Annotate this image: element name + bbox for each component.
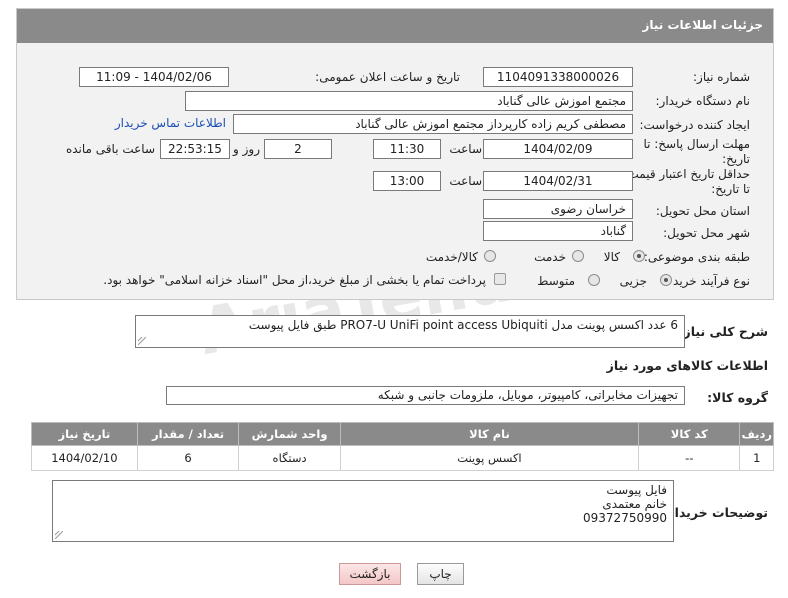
cell-code: -- (638, 445, 741, 471)
description-label: شرح کلی نیاز: (678, 324, 768, 339)
deadline-time-field[interactable]: 11:30 (373, 139, 441, 159)
buyer-notes-textarea[interactable]: فایل پیوست خانم معتمدی 09372750990 (52, 480, 674, 542)
process-radio-minor[interactable] (660, 274, 672, 286)
cell-quantity: 6 (136, 445, 240, 471)
category-option-goods: کالا (603, 250, 620, 264)
col-code-header: کد کالا (638, 422, 741, 446)
treasury-note: پرداخت تمام یا بخشی از مبلغ خرید،از محل … (103, 273, 486, 287)
validity-time-label: ساعت (449, 174, 482, 188)
back-button[interactable]: بازگشت (339, 563, 401, 585)
requester-field[interactable]: مصطفی کریم زاده کارپرداز مجتمع اموزش عال… (233, 114, 633, 134)
cell-row-number: 1 (739, 445, 774, 471)
deadline-date-field[interactable]: 1404/02/09 (483, 139, 633, 159)
need-number-field[interactable]: 1104091338000026 (483, 67, 633, 87)
description-textarea[interactable]: 6 عدد اکسس پوینت مدل PRO7-U UniFi point … (135, 315, 685, 348)
cell-unit: دستگاه (238, 445, 341, 471)
cell-date: 1404/02/10 (31, 445, 138, 471)
col-unit-header: واحد شمارش (238, 422, 341, 446)
buyer-org-field[interactable]: مجتمع اموزش عالی گناباد (185, 91, 633, 111)
process-radio-medium[interactable] (588, 274, 600, 286)
buyer-org-label: نام دستگاه خریدار: (655, 94, 751, 108)
deadline-label-line1: مهلت ارسال پاسخ: تا (643, 137, 750, 151)
category-radio-service[interactable] (572, 250, 584, 262)
deadline-time-label: ساعت (449, 142, 482, 156)
deadline-label-line2: تاریخ: (722, 152, 750, 166)
province-label: استان محل تحویل: (655, 204, 750, 218)
days-label: روز و (233, 142, 260, 156)
category-option-service: خدمت (534, 250, 566, 264)
buyer-notes-line2: خانم معتمدی (602, 497, 667, 511)
goods-section-title: اطلاعات کالاهای مورد نیاز (606, 358, 768, 373)
panel-header: جزئیات اطلاعات نیاز (17, 9, 773, 43)
buyer-notes-line1: فایل پیوست (606, 483, 667, 497)
announce-datetime-field[interactable]: 1404/02/06 - 11:09 (79, 67, 229, 87)
description-text: 6 عدد اکسس پوینت مدل PRO7-U UniFi point … (248, 318, 678, 332)
announce-label: تاریخ و ساعت اعلان عمومی: (315, 70, 460, 84)
items-table: ردیف کد کالا نام کالا واحد شمارش تعداد /… (31, 422, 774, 471)
goods-group-label: گروه کالا: (707, 390, 768, 405)
need-number-label: شماره نیاز: (693, 70, 750, 84)
process-label: نوع فرآیند خرید : (665, 274, 750, 288)
print-button[interactable]: چاپ (417, 563, 464, 585)
col-row-header: ردیف (739, 422, 774, 446)
cell-name: اکسس پوینت (339, 445, 640, 471)
resize-grip-icon[interactable] (138, 337, 146, 345)
process-option-medium: متوسط (537, 274, 575, 288)
buyer-notes-label: توضیحات خریدار: (662, 505, 768, 520)
buyer-notes-line3: 09372750990 (583, 511, 667, 525)
category-radio-goods[interactable] (633, 250, 645, 262)
process-option-minor: جزیی (619, 274, 647, 288)
panel-title: جزئیات اطلاعات نیاز (642, 18, 763, 32)
remaining-time-field[interactable]: 22:53:15 (160, 139, 230, 159)
validity-time-field[interactable]: 13:00 (373, 171, 441, 191)
buyer-contact-link[interactable]: اطلاعات تماس خریدار (115, 116, 226, 130)
col-date-header: تاریخ نیاز (31, 422, 138, 446)
category-radio-goods-service[interactable] (484, 250, 496, 262)
province-field[interactable]: خراسان رضوی (483, 199, 633, 219)
validity-label-line2: تا تاریخ: (711, 182, 750, 196)
city-label: شهر محل تحویل: (663, 226, 750, 240)
items-table-container: ردیف کد کالا نام کالا واحد شمارش تعداد /… (31, 422, 774, 474)
table-row[interactable]: 1 -- اکسس پوینت دستگاه 6 1404/02/10 (31, 445, 774, 471)
requester-label: ایجاد کننده درخواست: (639, 118, 750, 132)
remaining-time-label: ساعت باقی مانده (65, 142, 155, 156)
treasury-checkbox[interactable] (494, 273, 506, 285)
days-remaining-field[interactable]: 2 (264, 139, 332, 159)
validity-date-field[interactable]: 1404/02/31 (483, 171, 633, 191)
city-field[interactable]: گناباد (483, 221, 633, 241)
category-option-goods-service: کالا/خدمت (425, 250, 478, 264)
col-name-header: نام کالا (339, 422, 640, 446)
goods-group-field[interactable]: تجهیزات مخابراتی، کامپیوتر، موبایل، ملزو… (166, 386, 685, 405)
resize-grip-icon[interactable] (55, 531, 63, 539)
table-header-row: ردیف کد کالا نام کالا واحد شمارش تعداد /… (31, 422, 774, 446)
col-quantity-header: تعداد / مقدار (136, 422, 240, 446)
validity-label-line1: حداقل تاریخ اعتبار قیمت: (623, 167, 750, 181)
category-label: طبقه بندی موضوعی: (643, 250, 750, 264)
